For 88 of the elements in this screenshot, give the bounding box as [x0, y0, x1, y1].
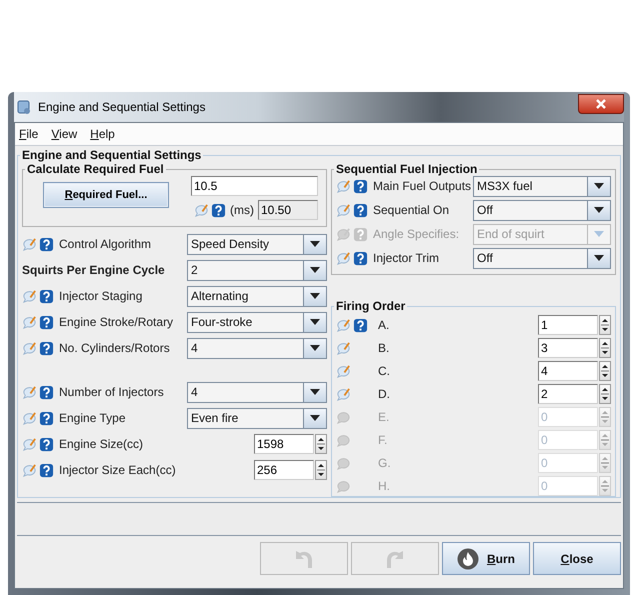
dropdown[interactable]: 2: [187, 260, 327, 280]
help-icon[interactable]: [211, 202, 226, 218]
number-field[interactable]: 1598: [254, 434, 314, 454]
caret-icon: [310, 267, 320, 273]
help-icon[interactable]: [39, 288, 54, 304]
dropdown[interactable]: Alternating: [187, 286, 327, 306]
caret-icon: [310, 389, 320, 395]
menu-item[interactable]: View: [51, 127, 78, 141]
setting-label: Injector Trim: [373, 251, 440, 265]
dropdown[interactable]: Four-stroke: [187, 312, 327, 332]
required-fuel-field[interactable]: 10.5: [191, 176, 318, 196]
edit-note-icon[interactable]: [336, 386, 351, 402]
setting-label: Squirts Per Engine Cycle: [22, 263, 165, 277]
dropdown[interactable]: 4: [187, 338, 327, 358]
spinner-buttons[interactable]: [599, 384, 611, 404]
dropdown[interactable]: Even fire: [187, 408, 327, 428]
required-fuel-button[interactable]: Required Fuel...: [43, 182, 169, 208]
help-icon[interactable]: [39, 314, 54, 330]
flame-icon: [456, 548, 479, 570]
caret-icon: [310, 319, 320, 325]
help-icon[interactable]: [39, 236, 54, 252]
window-title: Engine and Sequential Settings: [38, 100, 206, 114]
number-field[interactable]: 2: [538, 384, 598, 404]
setting-label: Number of Injectors: [59, 385, 164, 399]
spinner-buttons[interactable]: [599, 361, 611, 381]
number-field[interactable]: 256: [254, 460, 314, 480]
cylinder-label: A.: [378, 318, 390, 332]
help-icon[interactable]: [39, 436, 54, 452]
unit-label: (ms): [230, 203, 254, 217]
number-field[interactable]: 3: [538, 338, 598, 358]
help-icon[interactable]: [39, 410, 54, 426]
caret-icon: [594, 207, 604, 213]
cylinder-label: B.: [378, 341, 390, 355]
help-icon[interactable]: [353, 318, 368, 332]
dropdown[interactable]: Off: [473, 200, 611, 220]
setting-label: Angle Specifies:: [373, 227, 460, 241]
setting-label: No. Cylinders/Rotors: [59, 341, 170, 355]
caret-icon: [310, 345, 320, 351]
caret-icon: [594, 231, 604, 237]
spinner-buttons[interactable]: [315, 460, 327, 480]
edit-note-icon[interactable]: [336, 364, 351, 378]
close-button[interactable]: Close: [533, 542, 621, 575]
setting-label: Injector Staging: [59, 289, 142, 303]
caret-icon: [594, 255, 604, 261]
spinner-buttons[interactable]: [599, 315, 611, 335]
caret-icon: [310, 241, 320, 247]
result-field[interactable]: 10.50: [258, 200, 318, 220]
dropdown[interactable]: 4: [187, 382, 327, 402]
help-icon[interactable]: [39, 340, 54, 356]
setting-label: Engine Stroke/Rotary: [59, 315, 174, 329]
spinner-buttons[interactable]: [599, 338, 611, 358]
cylinder-label: F.: [378, 433, 388, 447]
caret-icon: [310, 293, 320, 299]
panel-title: Engine and Sequential Settings: [21, 148, 202, 162]
app-icon: [16, 99, 32, 115]
setting-label: Control Algorithm: [59, 237, 152, 251]
spinner-buttons[interactable]: [315, 434, 327, 454]
close-window-button[interactable]: [578, 94, 624, 114]
caret-icon: [594, 183, 604, 189]
burn-button[interactable]: Burn: [442, 542, 530, 575]
cylinder-label: E.: [378, 410, 390, 424]
help-icon[interactable]: [353, 202, 368, 218]
setting-label: Engine Size(cc): [59, 437, 144, 451]
cylinder-label: G.: [378, 456, 391, 470]
help-icon[interactable]: [39, 462, 54, 478]
group-title: Firing Order: [335, 299, 406, 313]
dropdown[interactable]: Off: [473, 248, 611, 268]
close-icon: [595, 99, 607, 109]
menu-item[interactable]: Help: [90, 127, 115, 141]
group-title: Calculate Required Fuel: [26, 162, 165, 176]
setting-label: Engine Type: [59, 411, 126, 425]
menu-item[interactable]: File: [19, 127, 38, 141]
caret-icon: [310, 415, 320, 421]
cylinder-label: H.: [378, 479, 390, 493]
cylinder-label: D.: [378, 387, 390, 401]
number-field[interactable]: 4: [538, 361, 598, 381]
number-field[interactable]: 1: [538, 315, 598, 335]
cylinder-label: C.: [378, 364, 390, 378]
dropdown[interactable]: MS3X fuel: [473, 176, 611, 196]
help-icon[interactable]: [353, 178, 368, 194]
help-icon[interactable]: [353, 250, 368, 266]
setting-label: Sequential On: [373, 203, 450, 217]
group-title: Sequential Fuel Injection: [335, 162, 478, 176]
help-icon[interactable]: [39, 384, 54, 400]
dropdown[interactable]: Speed Density: [187, 234, 327, 254]
setting-label: Injector Size Each(cc): [59, 463, 176, 477]
edit-note-icon[interactable]: [336, 340, 351, 356]
setting-label: Main Fuel Outputs: [373, 179, 472, 193]
